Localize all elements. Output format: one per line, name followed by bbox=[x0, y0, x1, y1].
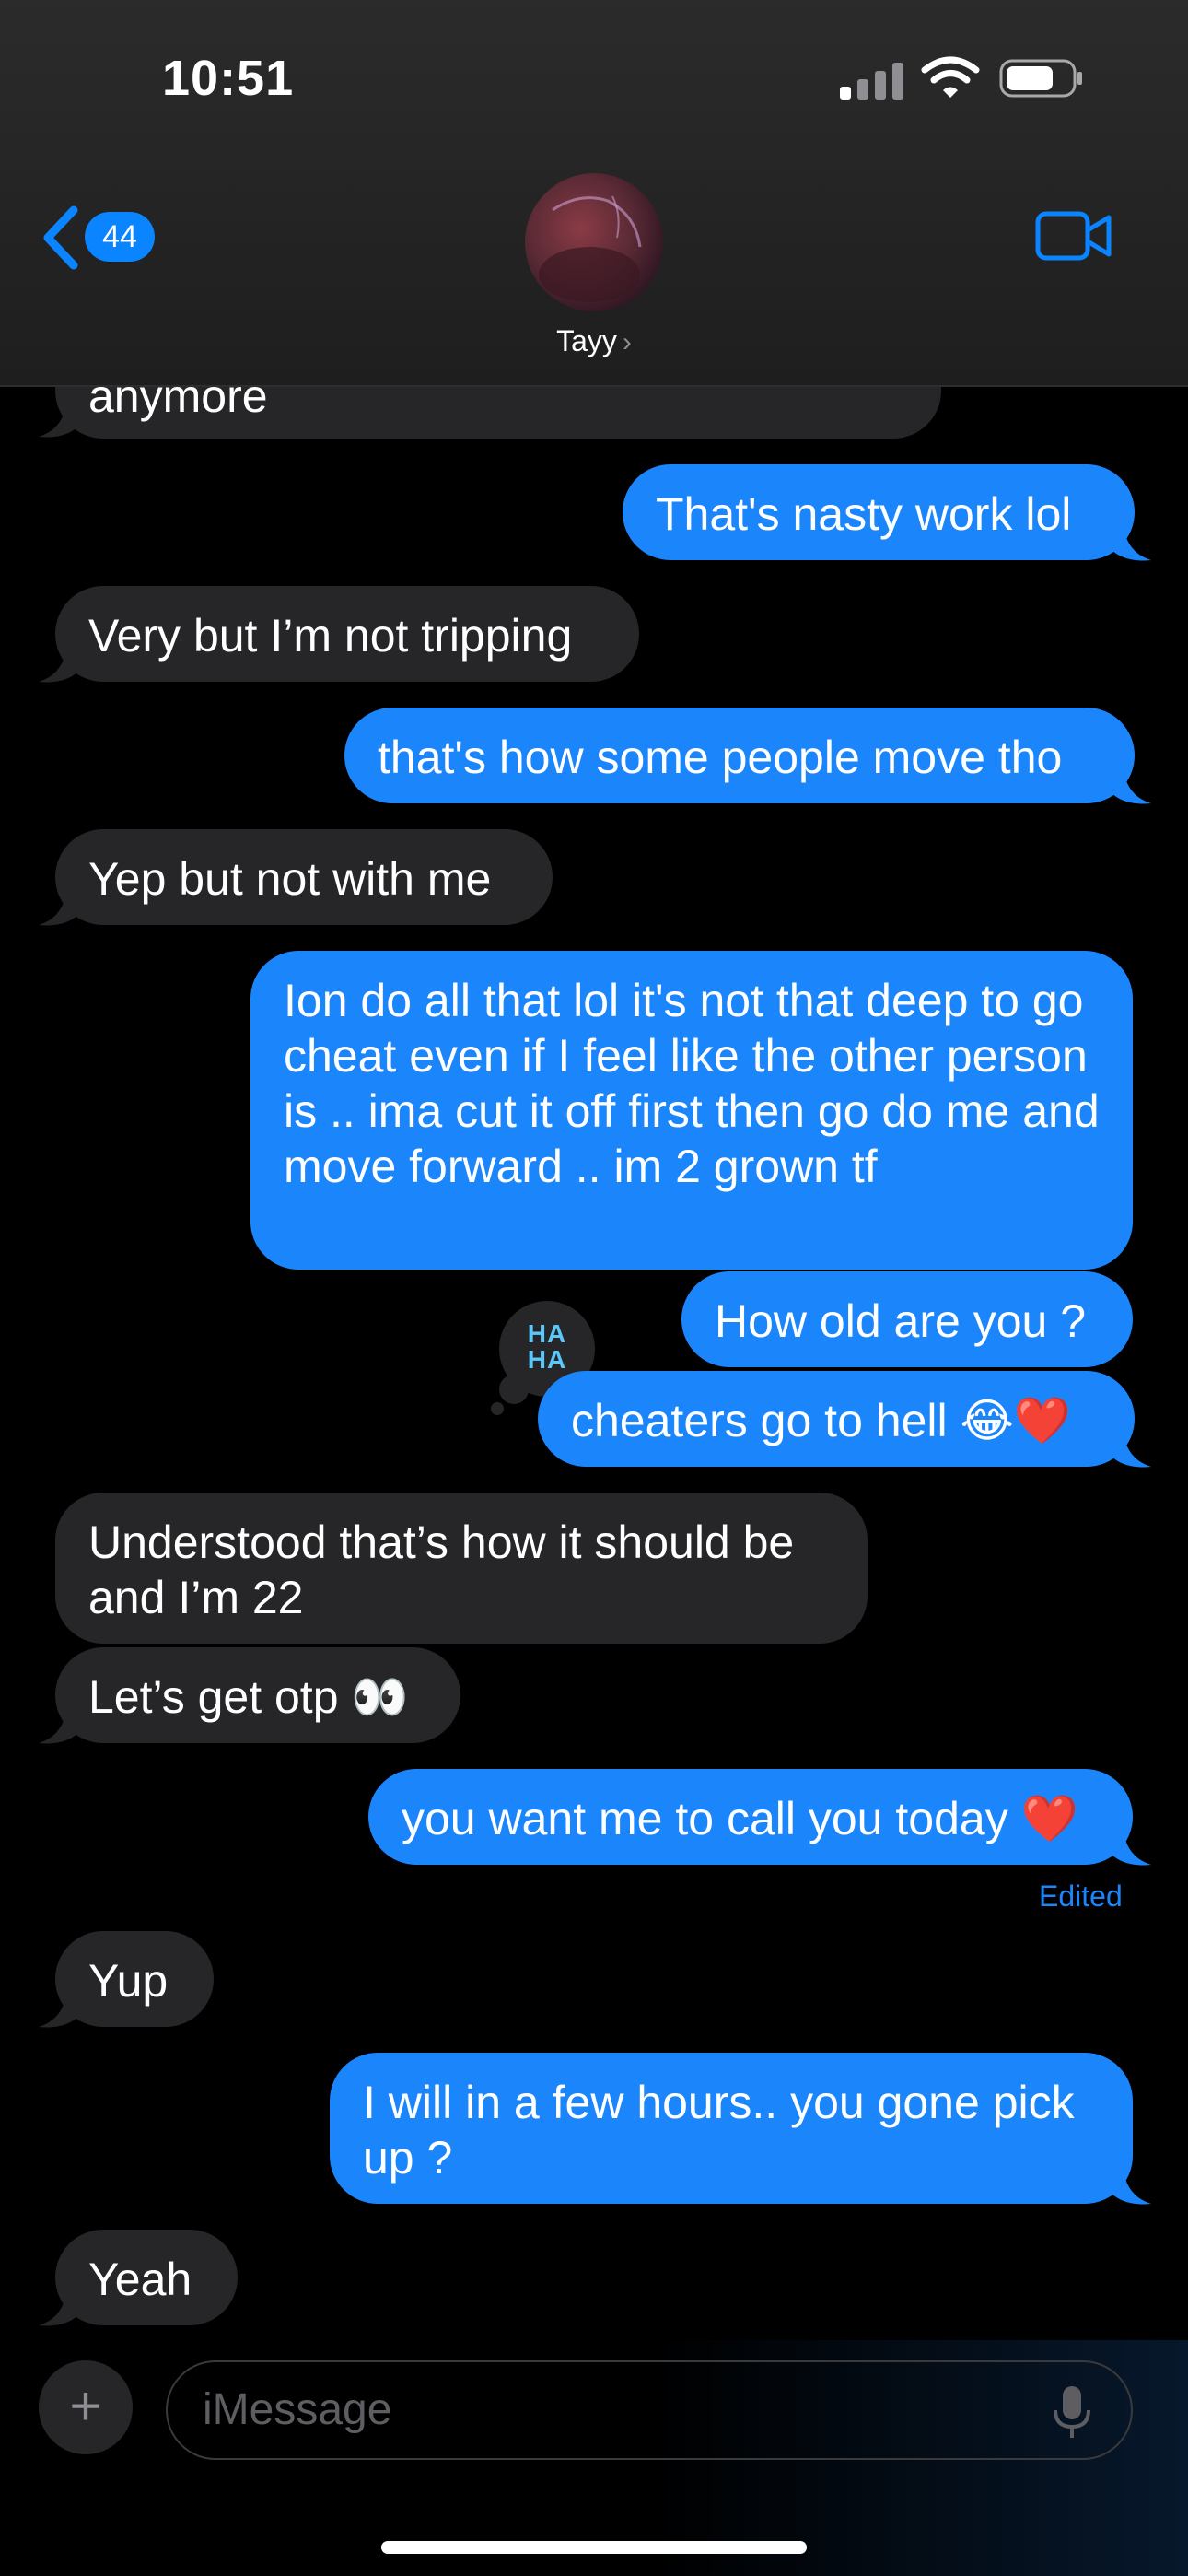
bubble-tail bbox=[1111, 1826, 1151, 1866]
video-camera-icon[interactable] bbox=[1035, 208, 1112, 263]
plus-button[interactable]: + bbox=[39, 2360, 133, 2454]
message-text: Yeah bbox=[88, 2254, 192, 2305]
back-button[interactable]: 44 bbox=[41, 205, 169, 271]
message-text: Very but I’m not tripping bbox=[88, 610, 573, 662]
chevron-right-icon: › bbox=[622, 327, 632, 357]
back-chevron-icon bbox=[43, 205, 78, 270]
message-text: cheaters go to hell 😂❤️ bbox=[571, 1395, 1072, 1446]
contact-name[interactable]: Tayy › bbox=[0, 324, 1188, 358]
bubble-tail bbox=[39, 398, 79, 438]
home-indicator[interactable] bbox=[381, 2541, 807, 2554]
bubble-tail bbox=[1111, 521, 1151, 561]
bubble-tail bbox=[1111, 765, 1151, 804]
message-incoming[interactable]: Let’s get otp 👀 bbox=[55, 1647, 460, 1743]
tapback-dot bbox=[491, 1402, 504, 1415]
message-text: I will in a few hours.. you gone pick up… bbox=[363, 2077, 1075, 2184]
message-incoming[interactable]: Understood that’s how it should be and I… bbox=[55, 1493, 868, 1644]
message-outgoing[interactable]: you want me to call you today ❤️ bbox=[368, 1769, 1133, 1865]
message-text: Ion do all that lol it's not that deep t… bbox=[284, 975, 1100, 1192]
message-text: you want me to call you today ❤️ bbox=[402, 1793, 1078, 1844]
message-incoming[interactable]: Yeah bbox=[55, 2230, 238, 2325]
bubble-tail bbox=[39, 1988, 79, 2028]
bubble-tail bbox=[1111, 1428, 1151, 1468]
message-outgoing[interactable]: How old are you ? bbox=[681, 1271, 1133, 1367]
message-outgoing[interactable]: I will in a few hours.. you gone pick up… bbox=[330, 2053, 1133, 2204]
bubble-tail bbox=[39, 643, 79, 683]
plus-icon: + bbox=[69, 2375, 102, 2437]
avatar-image bbox=[539, 195, 642, 302]
microphone-icon[interactable] bbox=[1052, 2384, 1092, 2440]
signal-icon bbox=[840, 63, 903, 100]
message-text: that's how some people move tho bbox=[378, 732, 1063, 783]
avatar[interactable] bbox=[525, 173, 663, 311]
unread-count-badge: 44 bbox=[85, 212, 155, 262]
message-outgoing[interactable]: Ion do all that lol it's not that deep t… bbox=[250, 951, 1133, 1270]
message-incoming[interactable]: Very but I’m not tripping bbox=[55, 586, 639, 682]
bubble-tail bbox=[39, 1704, 79, 1744]
message-text: How old are you ? bbox=[715, 1295, 1087, 1347]
clock: 10:51 bbox=[162, 51, 295, 106]
status-bar: 10:51 bbox=[0, 0, 1188, 157]
message-text: Understood that’s how it should be and I… bbox=[88, 1516, 795, 1623]
message-text: That's nasty work lol bbox=[656, 488, 1072, 540]
haha-label: HA HA bbox=[527, 1319, 567, 1374]
bubble-tail bbox=[39, 886, 79, 926]
message-text: Let’s get otp 👀 bbox=[88, 1671, 409, 1723]
message-text: Yep but not with me bbox=[88, 853, 492, 905]
message-input-placeholder: iMessage bbox=[203, 2385, 392, 2434]
message-input[interactable]: iMessage bbox=[166, 2360, 1133, 2460]
bubble-tail bbox=[39, 2287, 79, 2326]
message-outgoing[interactable]: That's nasty work lol bbox=[623, 464, 1135, 560]
battery-icon bbox=[999, 59, 1082, 98]
wifi-icon bbox=[921, 56, 980, 98]
message-outgoing[interactable]: cheaters go to hell 😂❤️ bbox=[538, 1371, 1135, 1467]
bubble-tail bbox=[1111, 2165, 1151, 2205]
message-incoming[interactable]: Yep but not with me bbox=[55, 829, 553, 925]
message-outgoing[interactable]: that's how some people move tho bbox=[344, 708, 1135, 803]
message-text: Yup bbox=[88, 1955, 169, 2007]
tapback-dot bbox=[499, 1375, 529, 1404]
edited-label: Edited bbox=[1039, 1879, 1123, 1913]
